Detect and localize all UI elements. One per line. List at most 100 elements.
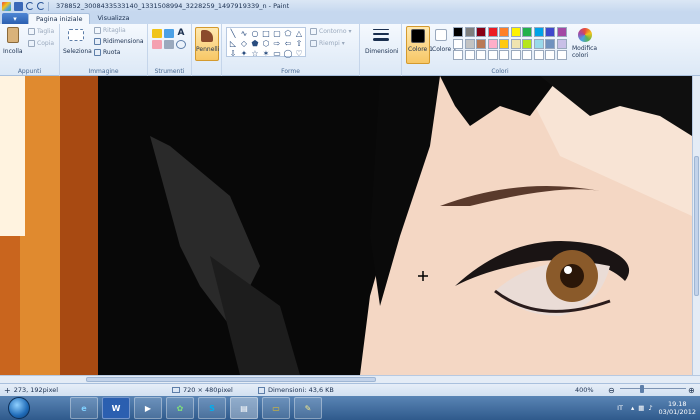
- heart-shape-icon[interactable]: ♡: [294, 49, 304, 58]
- palette-swatch[interactable]: [453, 50, 463, 60]
- palette-swatch[interactable]: [464, 50, 475, 60]
- arrow-up-shape-icon[interactable]: ⇧: [294, 39, 304, 48]
- callout-oval-shape-icon[interactable]: ◯: [283, 49, 293, 58]
- palette-swatch[interactable]: [522, 27, 532, 37]
- palette-swatch[interactable]: [476, 50, 486, 60]
- right-triangle-shape-icon[interactable]: ◺: [228, 39, 238, 48]
- line-shape-icon[interactable]: ╲: [228, 29, 238, 38]
- palette-swatch[interactable]: [464, 27, 475, 37]
- star6-shape-icon[interactable]: ✶: [261, 49, 271, 58]
- palette-swatch[interactable]: [522, 38, 532, 49]
- edit-colors-button[interactable]: Modifica colori: [572, 45, 598, 59]
- zoom-slider[interactable]: [620, 385, 686, 393]
- pentagon-shape-icon[interactable]: ⬟: [250, 39, 260, 48]
- crop-button[interactable]: Ritaglia: [94, 27, 126, 34]
- palette-swatch[interactable]: [487, 27, 498, 37]
- hexagon-shape-icon[interactable]: ⬡: [261, 39, 271, 48]
- size-button[interactable]: Dimensioni: [365, 48, 399, 55]
- save-icon[interactable]: [14, 1, 23, 11]
- palette-swatch[interactable]: [499, 50, 509, 60]
- fill-shape-button[interactable]: Riempi ▾: [310, 40, 345, 47]
- outline-button[interactable]: Contorno ▾: [310, 28, 351, 35]
- palette-swatch[interactable]: [487, 38, 498, 49]
- palette-swatch[interactable]: [556, 38, 567, 49]
- magnifier-icon[interactable]: [176, 40, 186, 49]
- tab-home[interactable]: Pagina iniziale: [28, 13, 91, 24]
- palette-swatch[interactable]: [464, 38, 475, 49]
- zoom-in-icon[interactable]: ⊕: [688, 386, 695, 395]
- horizontal-scrollbar[interactable]: [0, 375, 700, 383]
- palette-swatch[interactable]: [545, 27, 555, 37]
- tray-arrow-icon[interactable]: ▴: [631, 404, 634, 412]
- arrow-right-shape-icon[interactable]: ⇨: [272, 39, 282, 48]
- taskbar-skype-icon[interactable]: S: [198, 397, 226, 419]
- edit-colors-icon[interactable]: [578, 28, 592, 42]
- star5-shape-icon[interactable]: ☆: [250, 49, 260, 58]
- copy-button[interactable]: Copia: [28, 40, 54, 47]
- rounded-rect-shape-icon[interactable]: ▢: [272, 29, 282, 38]
- tab-view[interactable]: Visualizza: [90, 13, 136, 24]
- palette-swatch[interactable]: [533, 50, 544, 60]
- horizontal-scroll-thumb[interactable]: [86, 377, 376, 382]
- clock[interactable]: 19.18 03/01/2012: [659, 400, 696, 416]
- redo-icon[interactable]: [37, 2, 45, 10]
- rotate-button[interactable]: Ruota: [94, 49, 120, 56]
- diamond-shape-icon[interactable]: ◇: [239, 39, 249, 48]
- taskbar-media-player-icon[interactable]: ▶: [134, 397, 162, 419]
- palette-swatch[interactable]: [453, 27, 463, 37]
- taskbar-paint-icon[interactable]: ▤: [230, 397, 258, 419]
- arrow-down-shape-icon[interactable]: ⇩: [228, 49, 238, 58]
- palette-swatch[interactable]: [556, 27, 567, 37]
- callout-rect-shape-icon[interactable]: ▭: [272, 49, 282, 58]
- color-picker-icon[interactable]: [164, 40, 174, 49]
- star4-shape-icon[interactable]: ✦: [239, 49, 249, 58]
- palette-swatch[interactable]: [453, 38, 463, 49]
- palette-swatch[interactable]: [510, 50, 521, 60]
- taskbar-word-icon[interactable]: W: [102, 397, 130, 419]
- palette-swatch[interactable]: [533, 27, 544, 37]
- palette-swatch[interactable]: [510, 38, 521, 49]
- triangle-shape-icon[interactable]: △: [294, 29, 304, 38]
- text-icon[interactable]: A: [176, 29, 186, 38]
- network-icon[interactable]: ▦: [638, 404, 644, 412]
- palette-swatch[interactable]: [487, 50, 498, 60]
- paint-app-icon[interactable]: [2, 1, 11, 11]
- paste-icon[interactable]: [7, 27, 19, 43]
- start-button[interactable]: [8, 397, 30, 419]
- palette-swatch[interactable]: [476, 27, 486, 37]
- resize-button[interactable]: Ridimensiona: [94, 38, 144, 45]
- color2-swatch[interactable]: [435, 29, 447, 41]
- paste-button[interactable]: Incolla: [3, 48, 23, 55]
- taskbar-messenger-icon[interactable]: ✿: [166, 397, 194, 419]
- vertical-scroll-thumb[interactable]: [694, 156, 699, 296]
- zoom-out-icon[interactable]: ⊖: [608, 386, 615, 395]
- select-button[interactable]: Seleziona: [63, 48, 92, 55]
- palette-swatch[interactable]: [499, 27, 509, 37]
- zoom-slider-knob[interactable]: [640, 385, 644, 393]
- taskbar-explorer-icon[interactable]: ▭: [262, 397, 290, 419]
- oval-shape-icon[interactable]: ○: [250, 29, 260, 38]
- taskbar-ie-icon[interactable]: e: [70, 397, 98, 419]
- palette-swatch[interactable]: [556, 50, 567, 60]
- arrow-left-shape-icon[interactable]: ⇦: [283, 39, 293, 48]
- palette-swatch[interactable]: [545, 50, 555, 60]
- palette-swatch[interactable]: [510, 27, 521, 37]
- vertical-scrollbar[interactable]: [692, 76, 700, 375]
- shapes-gallery[interactable]: ╲ ∿ ○ □ ▢ ⬠ △ ◺ ◇ ⬟ ⬡ ⇨ ⇦ ⇧ ⇩ ✦ ☆ ✶ ▭ ◯ …: [226, 27, 306, 58]
- palette-swatch[interactable]: [522, 50, 532, 60]
- polygon-shape-icon[interactable]: ⬠: [283, 29, 293, 38]
- rectangle-shape-icon[interactable]: □: [261, 29, 271, 38]
- taskbar-sticky-icon[interactable]: ✎: [294, 397, 322, 419]
- fill-icon[interactable]: [164, 29, 174, 38]
- language-indicator[interactable]: IT: [617, 404, 623, 412]
- undo-icon[interactable]: [26, 2, 34, 10]
- app-menu-button[interactable]: ▾: [2, 13, 28, 24]
- curve-shape-icon[interactable]: ∿: [239, 29, 249, 38]
- cut-button[interactable]: Taglia: [28, 28, 54, 35]
- drawing-canvas[interactable]: [0, 76, 692, 375]
- palette-swatch[interactable]: [533, 38, 544, 49]
- volume-icon[interactable]: ♪: [648, 404, 652, 412]
- palette-swatch[interactable]: [499, 38, 509, 49]
- eraser-icon[interactable]: [152, 40, 162, 49]
- palette-swatch[interactable]: [545, 38, 555, 49]
